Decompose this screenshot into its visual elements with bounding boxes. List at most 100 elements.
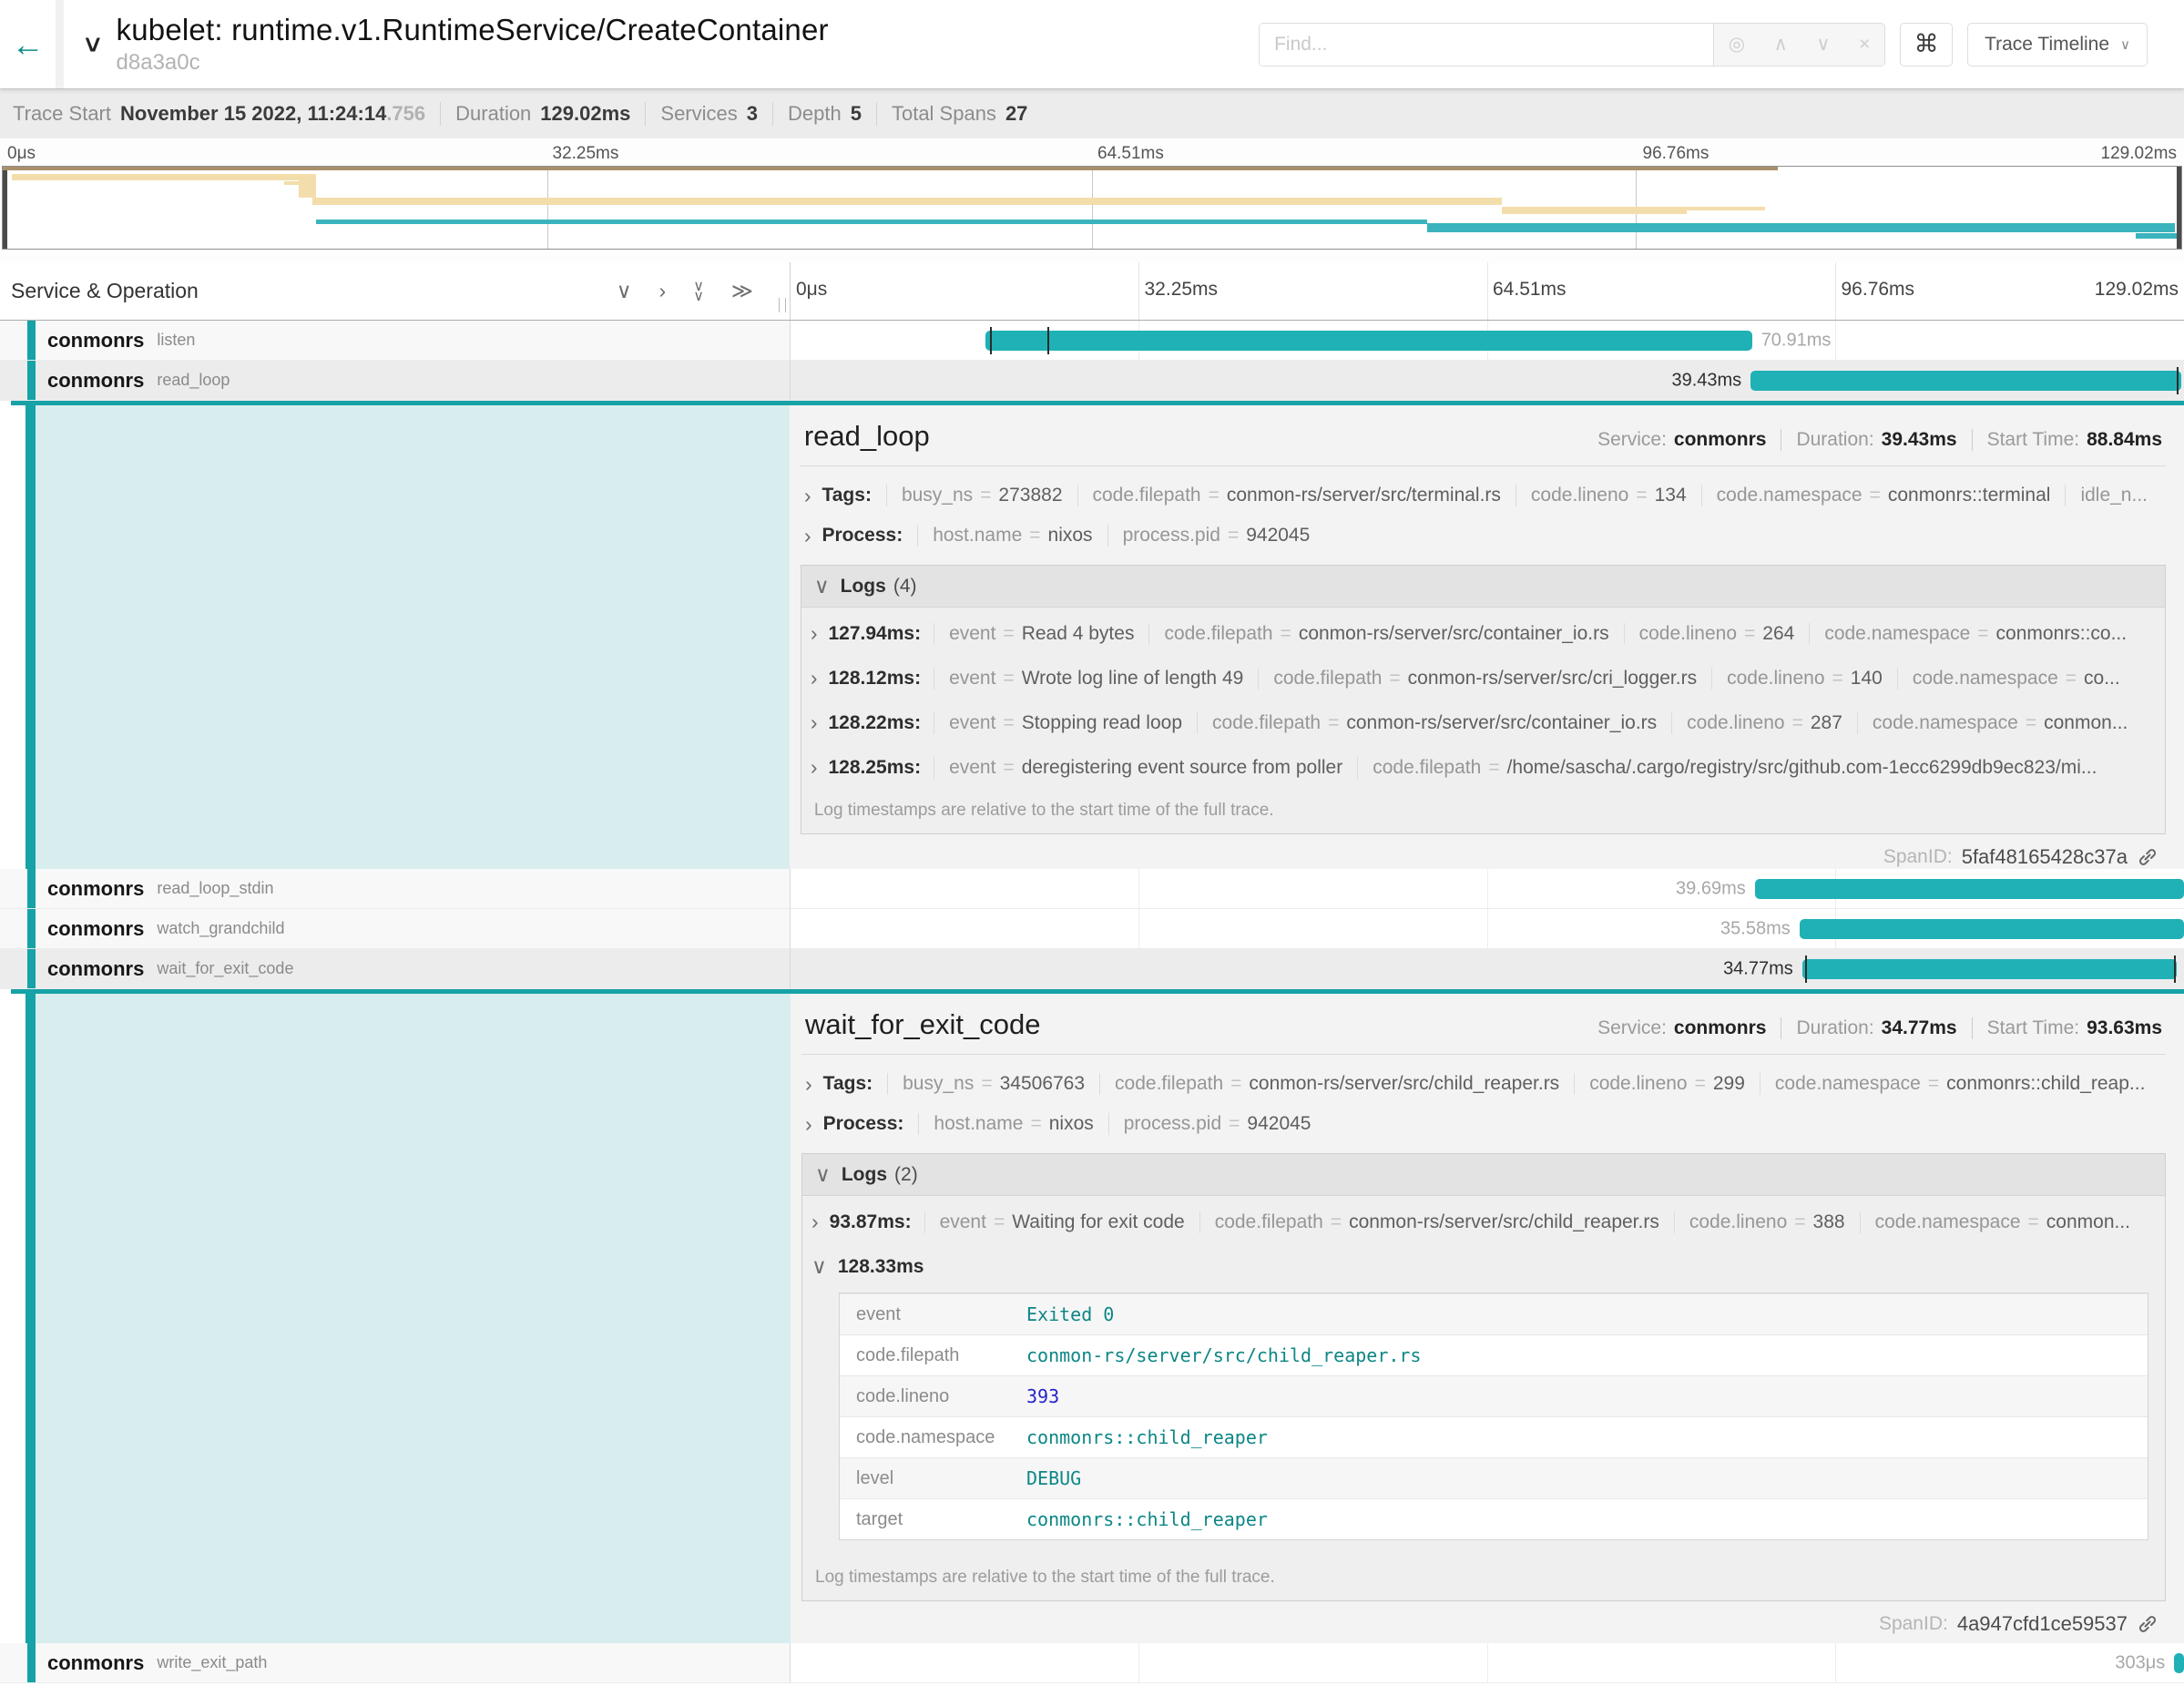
span-duration-label: 34.77ms [1723,958,1793,979]
span-duration-label: 39.43ms [1671,370,1741,391]
prev-result-icon[interactable]: ∧ [1774,33,1788,56]
chevron-right-icon: › [811,755,818,780]
collapse-one-icon[interactable]: ∨ [617,279,632,303]
tag-item: busy_ns=273882 [886,485,1077,506]
expand-one-icon[interactable]: › [659,279,667,303]
find-input[interactable] [1260,24,1713,66]
log-field: code.lineno=264 [1624,623,1810,645]
minimap-left-handle[interactable] [3,167,7,249]
span-bar[interactable] [985,331,1752,351]
log-entry[interactable]: › 128.22ms: event=Stopping read loopcode… [811,700,2156,745]
span-row-listen: conmonrs listen 70.91ms [0,321,2184,361]
collapse-trace-header-icon[interactable]: > [77,36,107,53]
span-duration-label: 39.69ms [1676,878,1746,899]
detail-meta: Service:conmonrs Duration:34.77ms Start … [1597,1017,2162,1039]
span-name-cell[interactable]: conmonrs read_loop [0,361,791,401]
trace-view-selector[interactable]: Trace Timeline ∨ [1967,23,2148,66]
logs-header[interactable]: ∨ Logs (4) [801,566,2165,608]
expand-all-icon[interactable]: ≫ [731,279,753,303]
span-detail-panel: wait_for_exit_code Service:conmonrs Dura… [791,989,2184,1643]
span-row-wait-for-exit-code: conmonrs wait_for_exit_code 34.77ms [0,949,2184,989]
process-row[interactable]: › Process: host.name=nixosprocess.pid=94… [801,516,2166,556]
trace-title-block: kubelet: runtime.v1.RuntimeService/Creat… [117,13,829,76]
back-button[interactable]: ← [0,0,64,88]
log-entry[interactable]: › 93.87ms: event=Waiting for exit codeco… [811,1200,2156,1244]
span-name-cell[interactable]: conmonrs read_loop_stdin [0,869,791,909]
log-field: event=Stopping read loop [934,712,1197,734]
chevron-right-icon: › [811,621,818,646]
span-detail-panel: read_loop Service:conmonrs Duration:39.4… [790,401,2184,869]
log-entry[interactable]: › 127.94ms: event=Read 4 bytescode.filep… [811,611,2156,656]
service-color-bar [27,949,36,988]
span-duration-label: 35.58ms [1720,918,1791,939]
minimap-span-segment [1687,207,1765,210]
timeline-axis-header: 0μs 32.25ms 64.51ms 96.76ms 129.02ms [791,262,2184,320]
find-tools: ◎ ∧ ∨ × [1713,24,1884,66]
locate-icon[interactable]: ◎ [1729,33,1745,56]
span-operation: read_loop_stdin [157,879,273,898]
chevron-right-icon: › [805,1072,812,1097]
tags-row[interactable]: › Tags: busy_ns=273882code.filepath=conm… [801,475,2166,516]
span-detail-read-loop: read_loop Service:conmonrs Duration:39.4… [0,401,2184,869]
next-result-icon[interactable]: ∨ [1816,33,1830,56]
span-timeline-cell[interactable]: 39.69ms [791,869,2184,909]
detail-accent-border [11,401,2184,405]
logs-footer-note: Log timestamps are relative to the start… [802,1557,2165,1600]
span-timeline-cell[interactable]: 35.58ms [791,909,2184,949]
log-field: code.lineno=140 [1711,668,1897,690]
span-name-cell[interactable]: conmonrs listen [0,321,791,361]
link-icon[interactable] [2137,1613,2158,1635]
span-timeline-cell[interactable]: 34.77ms [791,949,2184,989]
trace-id: d8a3a0c [117,50,829,76]
column-resizer[interactable] [779,298,786,312]
link-icon[interactable] [2137,846,2158,868]
span-name-cell[interactable]: conmonrs write_exit_path [0,1643,791,1683]
chevron-right-icon: › [805,1112,812,1137]
span-bar[interactable] [1750,371,2181,391]
tags-row[interactable]: › Tags: busy_ns=34506763code.filepath=co… [801,1064,2166,1104]
top-bar: ← > kubelet: runtime.v1.RuntimeService/C… [0,0,2184,88]
trace-total-spans: Total Spans27 [876,102,1042,126]
minimap-canvas[interactable] [2,166,2182,250]
span-grid-header: Service & Operation ∨ › ∨∨ ≫ 0μs 32.25ms… [0,262,2184,321]
log-field: code.filepath=/home/sascha/.cargo/regist… [1357,757,2111,779]
keyboard-shortcuts-button[interactable]: ⌘ [1900,23,1953,66]
span-bar[interactable] [1802,959,2178,979]
span-operation: read_loop [157,371,230,390]
log-entry-expanded[interactable]: ∨ 128.33ms [811,1244,2156,1289]
log-entry[interactable]: › 128.25ms: event=deregistering event so… [811,745,2156,790]
span-name-cell[interactable]: conmonrs watch_grandchild [0,909,791,949]
minimap-span-segment [316,220,1427,224]
trace-view-label: Trace Timeline [1985,34,2109,56]
span-timeline-cell[interactable]: 39.43ms [791,361,2184,401]
log-field: code.filepath=conmon-rs/server/src/child… [1199,1211,1674,1233]
service-color-bar [26,401,36,869]
span-detail-wait-for-exit-code: wait_for_exit_code Service:conmonrs Dura… [0,989,2184,1643]
detail-left-gutter [0,989,791,1643]
logs-header[interactable]: ∨ Logs (2) [802,1154,2165,1196]
detail-title: wait_for_exit_code [805,1008,1041,1041]
trace-services: Services3 [645,102,772,126]
detail-title: read_loop [804,420,930,453]
log-field: code.filepath=conmon-rs/server/src/cri_l… [1258,668,1711,690]
chevron-right-icon: › [804,484,811,508]
logs-container: ∨ Logs (2) › 93.87ms: event=Waiting for … [801,1153,2166,1601]
minimap-span-segment [1502,207,1687,214]
find-box: ◎ ∧ ∨ × [1259,23,1885,66]
log-field: code.namespace=conmon... [1860,1211,2145,1233]
process-row[interactable]: › Process: host.name=nixosprocess.pid=94… [801,1104,2166,1144]
span-operation: write_exit_path [157,1653,267,1672]
collapse-all-icon[interactable]: ∨∨ [693,281,704,301]
tag-item: code.filepath=conmon-rs/server/src/termi… [1077,485,1516,506]
span-bar[interactable] [1755,879,2184,899]
clear-search-icon[interactable]: × [1859,34,1870,56]
span-bar[interactable] [2174,1653,2184,1673]
log-entry[interactable]: › 128.12ms: event=Wrote log line of leng… [811,656,2156,700]
detail-left-gutter [0,401,790,869]
span-bar[interactable] [1800,919,2184,939]
minimap-right-handle[interactable] [2177,167,2181,249]
span-name-cell[interactable]: conmonrs wait_for_exit_code [0,949,791,989]
span-timeline-cell[interactable]: 303μs [791,1643,2184,1683]
service-color-bar [27,361,36,400]
span-timeline-cell[interactable]: 70.91ms [791,321,2184,361]
